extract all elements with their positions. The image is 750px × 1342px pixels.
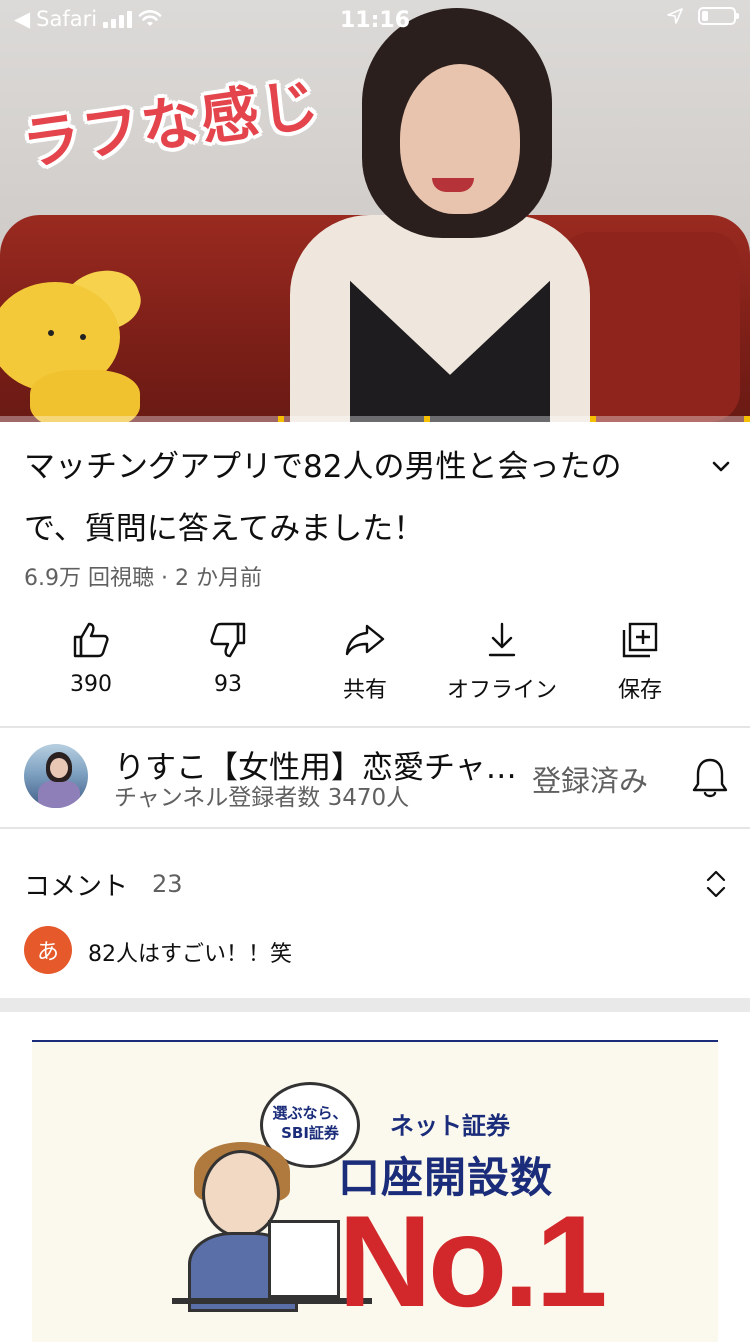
channel-subscriber-count: チャンネル登録者数 3470人 (114, 785, 410, 811)
chapter-marker (278, 416, 284, 422)
save-button[interactable]: 保存 (570, 616, 710, 704)
offline-label: オフライン (446, 678, 557, 703)
ad-big-text: No.1 (338, 1188, 608, 1334)
comments-count: 23 (152, 870, 183, 898)
channel-avatar[interactable] (24, 744, 88, 808)
bell-icon[interactable] (690, 756, 730, 800)
download-icon (488, 622, 516, 657)
commenter-avatar: あ (24, 926, 72, 974)
like-button[interactable]: 390 (21, 616, 161, 697)
video-player[interactable]: ラフな感じ (0, 0, 750, 422)
dislike-count: 93 (214, 672, 242, 697)
video-progress-bar[interactable] (0, 416, 750, 422)
ad-bubble-line: 選ぶなら、 (272, 1104, 348, 1122)
location-arrow-icon (667, 8, 683, 24)
divider (0, 726, 750, 728)
video-title[interactable]: マッチングアプリで82人の男性と会ったので、質問に答えてみました！ (24, 436, 664, 560)
video-plush-eye (80, 334, 86, 340)
ad-illustration-monitor (268, 1220, 340, 1298)
share-icon (345, 624, 385, 656)
chapter-marker (590, 416, 596, 422)
divider (0, 827, 750, 829)
video-plush-body (30, 370, 140, 422)
share-button[interactable]: 共有 (295, 616, 435, 704)
chevron-down-icon[interactable] (706, 452, 736, 482)
add-to-playlist-icon (622, 622, 658, 658)
chapter-marker (744, 416, 750, 422)
status-bar: ◀ Safari 11:16 (0, 0, 750, 40)
ad-banner[interactable]: 選ぶなら、 SBI証券 ネット証券 口座開設数 No.1 (32, 1040, 718, 1342)
battery-level (702, 11, 708, 21)
top-comment-text: 82人はすごい！！笑 (88, 942, 292, 967)
expand-collapse-icon[interactable] (702, 866, 730, 902)
chapter-marker (424, 416, 430, 422)
ad-brand-text: ネット証券 (390, 1112, 510, 1140)
section-divider (0, 998, 750, 1012)
battery-icon (698, 7, 739, 25)
share-label: 共有 (342, 678, 387, 703)
ad-bubble-line: SBI証券 (281, 1124, 339, 1142)
thumbs-up-icon (73, 622, 109, 658)
thumbs-down-icon (210, 622, 246, 658)
save-label: 保存 (617, 678, 662, 703)
subscribed-button[interactable]: 登録済み (532, 758, 648, 800)
status-time: 11:16 (339, 8, 411, 33)
video-plush-eye (48, 330, 54, 336)
dislike-button[interactable]: 93 (158, 616, 298, 697)
offline-button[interactable]: オフライン (432, 616, 572, 704)
video-meta: 6.9万 回視聴 · 2 か月前 (24, 566, 262, 591)
like-count: 390 (70, 672, 112, 697)
comments-label: コメント (24, 872, 129, 902)
